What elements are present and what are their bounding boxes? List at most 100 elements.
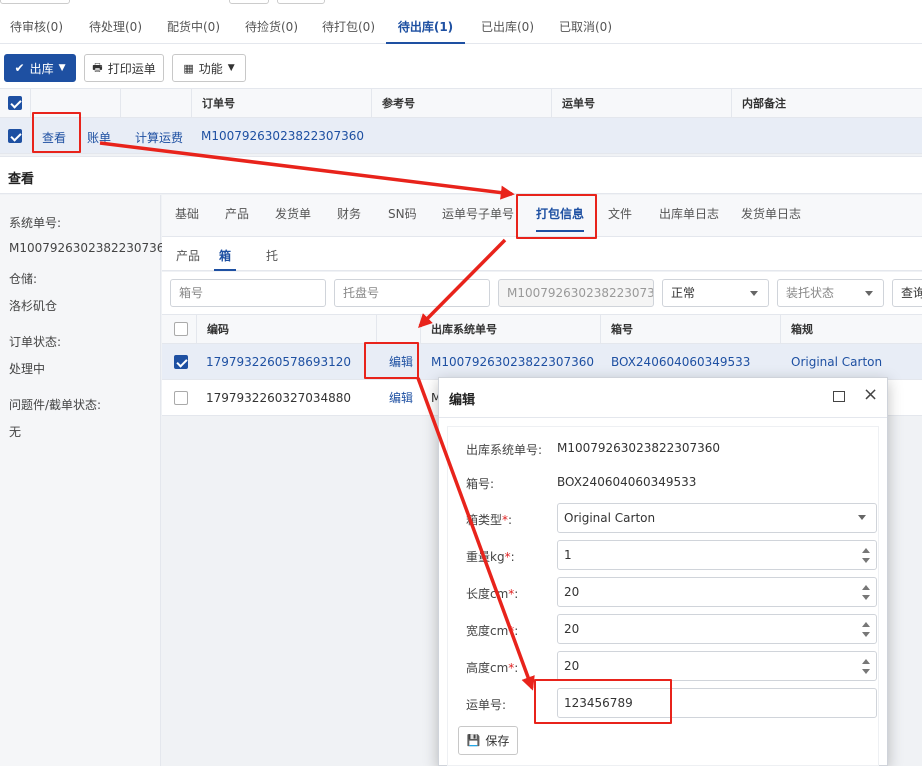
spin-down-icon[interactable] <box>862 558 870 563</box>
spin-down-icon[interactable] <box>862 595 870 600</box>
subtab-pallet[interactable]: 托 <box>266 247 278 264</box>
warehouse-value: 洛杉矶仓 <box>9 299 58 313</box>
length-label: 长度cm*: <box>466 587 519 601</box>
save-button[interactable]: 💾 保存 <box>458 726 518 755</box>
query-button[interactable]: 查询 <box>892 279 922 307</box>
status-select-value: 正常 <box>671 286 696 300</box>
pallet-status-select[interactable]: 装托状态 <box>777 279 884 307</box>
table-row[interactable]: 1797932260578693120 编辑 M1007926302382230… <box>162 344 922 380</box>
tab-outbound-log[interactable]: 出库单日志 <box>659 205 719 222</box>
section-title-text: 查看 <box>8 172 35 187</box>
select-all-checkbox[interactable] <box>174 322 188 336</box>
length-value: 20 <box>564 585 580 599</box>
tab-cancelled[interactable]: 已取消(0) <box>555 14 616 44</box>
tab-pending-process[interactable]: 待处理(0) <box>85 14 146 44</box>
tab-pending-pick[interactable]: 待捡货(0) <box>241 14 302 44</box>
order-value: M10079263023822307360 <box>557 441 721 455</box>
subtab-box[interactable]: 箱 <box>214 247 237 271</box>
order-no-filter[interactable]: M10079263023822307360 <box>498 279 654 307</box>
col-box-spec: 箱规 <box>780 315 922 345</box>
top-button-stub[interactable] <box>0 0 70 4</box>
sys-no-label: 系统单号: <box>9 216 62 230</box>
box-type-select[interactable]: Original Carton <box>557 503 877 533</box>
tab-files[interactable]: 文件 <box>608 205 632 222</box>
chevron-down-icon <box>750 291 758 296</box>
length-input[interactable]: 20 <box>557 577 877 607</box>
height-input[interactable]: 20 <box>557 651 877 681</box>
pallet-no-input[interactable]: 托盘号 <box>334 279 490 307</box>
grid-icon: ▦ <box>183 61 194 75</box>
print-waybill-label: 打印运单 <box>107 61 156 76</box>
spin-down-icon[interactable] <box>862 632 870 637</box>
top-button-stub[interactable] <box>229 0 269 4</box>
annotation-box-packing-tab <box>516 194 597 239</box>
height-label: 高度cm*: <box>466 661 519 675</box>
outbound-button[interactable]: ✔ 出库 ▼ <box>4 54 76 82</box>
tab-sn-code[interactable]: SN码 <box>388 205 417 222</box>
bill-link[interactable]: 账单 <box>87 129 111 146</box>
order-status-value: 处理中 <box>9 362 46 376</box>
status-select[interactable]: 正常 <box>662 279 769 307</box>
spin-up-icon[interactable] <box>862 585 870 590</box>
top-button-stub[interactable] <box>277 0 325 4</box>
weight-input[interactable]: 1 <box>557 540 877 570</box>
issue-value: 无 <box>9 425 22 439</box>
tab-basic[interactable]: 基础 <box>175 205 199 222</box>
tab-pending-review[interactable]: 待审核(0) <box>6 14 67 44</box>
weight-value: 1 <box>564 548 572 562</box>
row-checkbox[interactable] <box>174 391 188 405</box>
dialog-title-bar: 编辑 × <box>439 378 887 418</box>
grid-col-order-no: 订单号 <box>191 89 371 119</box>
box-code: 1797932260327034880 <box>206 391 352 405</box>
spin-up-icon[interactable] <box>862 659 870 664</box>
annotation-box-edit <box>364 342 419 379</box>
close-icon[interactable]: × <box>863 385 878 405</box>
maximize-icon[interactable] <box>833 391 845 402</box>
order-info-panel: 系统单号: M10079263023822307360 仓储: 洛杉矶仓 订单状… <box>0 195 172 766</box>
width-input[interactable]: 20 <box>557 614 877 644</box>
tab-shipping-doc[interactable]: 发货单 <box>275 205 311 222</box>
tab-shipping-log[interactable]: 发货单日志 <box>741 205 801 222</box>
edit-link[interactable]: 编辑 <box>389 380 413 416</box>
col-code: 编码 <box>196 315 376 345</box>
box-label: 箱号: <box>466 477 495 491</box>
tab-finance[interactable]: 财务 <box>337 205 361 222</box>
select-all-checkbox[interactable] <box>8 96 22 110</box>
order-grid-header: 订单号 参考号 运单号 内部备注 <box>0 88 922 119</box>
box-no-link[interactable]: BOX240604060349533 <box>611 344 750 380</box>
sub-tabs: 产品 箱 托 <box>162 237 922 271</box>
width-value: 20 <box>564 622 580 636</box>
box-type-value: Original Carton <box>564 511 656 525</box>
grid-col-internal-note: 内部备注 <box>731 89 911 119</box>
spin-down-icon[interactable] <box>862 669 870 674</box>
order-no-link[interactable]: M10079263023822307360 <box>201 129 364 143</box>
tab-outbound-done[interactable]: 已出库(0) <box>477 14 538 44</box>
box-spec-link[interactable]: Original Carton <box>791 344 882 380</box>
spin-up-icon[interactable] <box>862 548 870 553</box>
box-no-input[interactable]: 箱号 <box>170 279 326 307</box>
col-action <box>376 315 420 345</box>
row-checkbox[interactable] <box>174 355 188 369</box>
box-code-link[interactable]: 1797932260578693120 <box>206 344 351 380</box>
subtab-product[interactable]: 产品 <box>176 247 200 264</box>
tab-pending-pack[interactable]: 待打包(0) <box>318 14 379 44</box>
tab-product[interactable]: 产品 <box>225 205 249 222</box>
height-value: 20 <box>564 659 580 673</box>
floppy-icon: 💾 <box>466 734 481 747</box>
status-tab-bar: 待审核(0) 待处理(0) 配货中(0) 待捡货(0) 待打包(0) 待出库(1… <box>0 0 922 44</box>
tab-pending-outbound[interactable]: 待出库(1) <box>386 14 465 44</box>
row-checkbox[interactable] <box>8 129 22 143</box>
outbound-order-link[interactable]: M10079263023822307360 <box>431 344 594 380</box>
annotation-box-waybill <box>534 679 672 724</box>
calc-freight-link[interactable]: 计算运费 <box>135 129 183 146</box>
tab-allocating[interactable]: 配货中(0) <box>163 14 224 44</box>
tab-waybill-sub[interactable]: 运单号子单号 <box>442 205 514 222</box>
function-button[interactable]: ▦ 功能 ▼ <box>172 54 246 82</box>
spin-up-icon[interactable] <box>862 622 870 627</box>
check-icon: ✔ <box>14 61 25 75</box>
box-table-header: 编码 出库系统单号 箱号 箱规 <box>162 314 922 345</box>
grid-col-ref-no: 参考号 <box>371 89 551 119</box>
order-status-label: 订单状态: <box>9 335 62 349</box>
print-waybill-button[interactable]: 🖶 打印运单 <box>84 54 164 82</box>
table-row[interactable]: 查看 账单 计算运费 M10079263023822307360 <box>0 118 922 154</box>
